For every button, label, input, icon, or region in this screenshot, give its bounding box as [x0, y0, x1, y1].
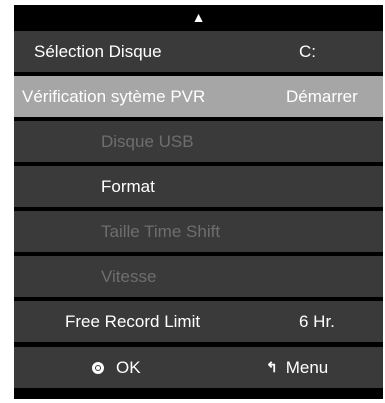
menu-hint[interactable]: ↰ Menu: [266, 347, 328, 388]
ok-label: OK: [116, 358, 141, 377]
menu-item-label: Free Record Limit: [65, 312, 201, 331]
menu-item-label: Format: [101, 177, 155, 196]
ok-circle-icon: [92, 361, 104, 374]
return-arrow-icon: ↰: [266, 359, 278, 375]
menu-label: Menu: [285, 358, 329, 377]
menu-item-value: 6 Hr.: [299, 312, 335, 331]
menu-item-time-shift-size: Taille Time Shift: [14, 211, 383, 252]
menu-item-label: Vitesse: [101, 267, 157, 286]
menu-item-label: Vérification sytème PVR: [22, 87, 206, 106]
menu-item-label: Sélection Disque: [34, 42, 162, 61]
menu-item-label: Disque USB: [101, 132, 194, 151]
settings-menu: Sélection Disque C: Vérification sytème …: [14, 31, 383, 346]
menu-item-label: Taille Time Shift: [101, 222, 221, 241]
button-hint-bar: OK ↰ Menu: [14, 347, 383, 388]
ok-hint[interactable]: OK: [92, 347, 141, 388]
menu-item-value: Démarrer: [286, 87, 358, 106]
menu-item-disk-selection[interactable]: Sélection Disque C:: [14, 31, 383, 72]
menu-item-usb-disk: Disque USB: [14, 121, 383, 162]
scroll-up-icon[interactable]: ▲: [14, 5, 383, 29]
menu-item-value: C:: [299, 42, 316, 61]
menu-item-format[interactable]: Format: [14, 166, 383, 207]
menu-item-free-record-limit[interactable]: Free Record Limit 6 Hr.: [14, 301, 383, 342]
pvr-settings-panel: ▲ Sélection Disque C: Vérification sytèm…: [14, 5, 383, 399]
menu-item-pvr-check[interactable]: Vérification sytème PVR Démarrer: [14, 76, 383, 117]
menu-item-speed: Vitesse: [14, 256, 383, 297]
